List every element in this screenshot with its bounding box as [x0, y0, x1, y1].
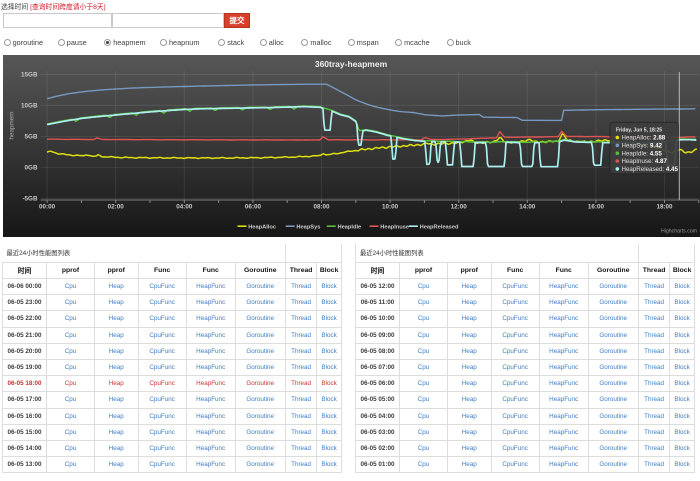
svg-text:HeapReleased: 4.45: HeapReleased: 4.45 — [622, 166, 679, 173]
svg-text:HeapSys: 9.42: HeapSys: 9.42 — [622, 142, 663, 149]
svg-text:5GB: 5GB — [25, 134, 38, 141]
svg-text:18:00: 18:00 — [656, 204, 673, 211]
svg-text:02:00: 02:00 — [108, 204, 125, 211]
svg-text:HeapReleased: HeapReleased — [420, 224, 459, 230]
svg-text:HeapInuse: HeapInuse — [380, 224, 409, 230]
svg-text:HeapIdle: 4.55: HeapIdle: 4.55 — [622, 150, 663, 157]
svg-text:HeapSys: HeapSys — [296, 224, 320, 230]
svg-text:HeapIdle: HeapIdle — [338, 224, 362, 230]
svg-text:Highcharts.com: Highcharts.com — [661, 229, 697, 235]
svg-text:HeapAlloc: 2.88: HeapAlloc: 2.88 — [622, 135, 666, 142]
svg-text:10:00: 10:00 — [382, 204, 399, 211]
svg-text:08:00: 08:00 — [313, 204, 330, 211]
svg-text:04:00: 04:00 — [176, 204, 193, 211]
svg-text:16:00: 16:00 — [588, 204, 605, 211]
svg-text:12:00: 12:00 — [451, 204, 468, 211]
svg-text:heapmem: heapmem — [9, 111, 16, 139]
svg-text:10GB: 10GB — [21, 103, 38, 110]
svg-text:06:00: 06:00 — [245, 204, 262, 211]
svg-text:Friday, Jun 5, 18:25: Friday, Jun 5, 18:25 — [616, 127, 662, 133]
svg-text:14:00: 14:00 — [519, 204, 536, 211]
svg-text:360tray-heapmem: 360tray-heapmem — [315, 59, 388, 69]
svg-text:0GB: 0GB — [25, 165, 38, 172]
svg-text:00:00: 00:00 — [39, 204, 56, 211]
svg-text:15GB: 15GB — [21, 72, 38, 79]
svg-text:HeapAlloc: HeapAlloc — [248, 224, 276, 230]
svg-text:HeapInuse: 4.87: HeapInuse: 4.87 — [622, 158, 668, 165]
svg-text:-5GB: -5GB — [22, 196, 37, 203]
